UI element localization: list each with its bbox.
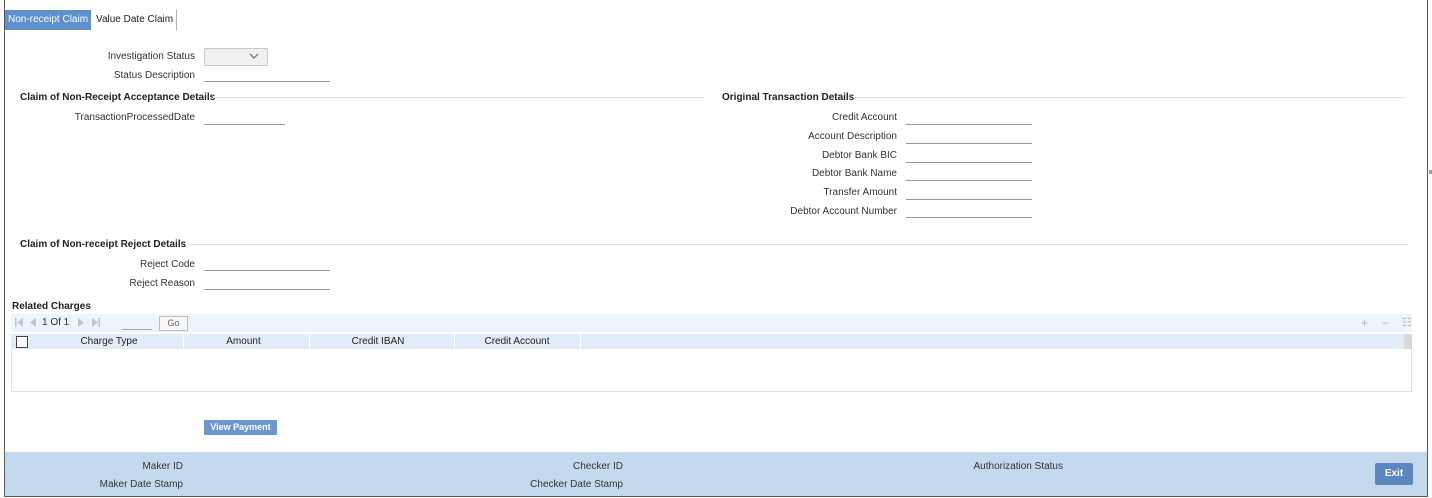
section-divider xyxy=(185,244,1408,245)
grid-scrollbar[interactable] xyxy=(1404,334,1412,349)
processed-date-label: TransactionProcessedDate xyxy=(74,112,195,123)
last-page-icon[interactable] xyxy=(92,318,100,327)
credit-account-field[interactable] xyxy=(906,112,1032,125)
pager-text: 1 Of 1 xyxy=(42,317,70,328)
col-charge-type[interactable]: Charge Type xyxy=(35,334,183,349)
previous-page-icon[interactable] xyxy=(29,318,37,327)
reject-section-title: Claim of Non-receipt Reject Details xyxy=(20,239,187,250)
checker-date-stamp-label: Checker Date Stamp xyxy=(530,479,623,490)
status-description-label: Status Description xyxy=(113,70,195,81)
debtor-bank-bic-label: Debtor Bank BIC xyxy=(821,150,897,161)
related-charges-title: Related Charges xyxy=(12,301,91,312)
maker-id-label: Maker ID xyxy=(142,461,183,472)
col-amount[interactable]: Amount xyxy=(184,334,303,349)
tab-non-receipt-claim[interactable]: Non-receipt Claim xyxy=(5,10,92,30)
section-divider xyxy=(853,97,1405,98)
next-page-icon[interactable] xyxy=(77,318,85,327)
page-number-input[interactable] xyxy=(122,329,152,330)
charges-grid-header: Charge Type Amount Credit IBAN Credit Ac… xyxy=(11,334,1404,349)
claim-form-window: Non-receipt Claim Value Date Claim Inves… xyxy=(4,0,1428,497)
transfer-amount-field[interactable] xyxy=(906,187,1032,200)
authorization-status-label: Authorization Status xyxy=(973,461,1064,472)
column-divider xyxy=(580,334,581,349)
exit-button[interactable]: Exit xyxy=(1375,463,1413,485)
reject-reason-field[interactable] xyxy=(204,277,330,290)
debtor-bank-bic-field[interactable] xyxy=(906,150,1032,163)
remove-row-icon[interactable]: − xyxy=(1382,316,1389,330)
reject-code-label: Reject Code xyxy=(139,259,195,270)
transfer-amount-label: Transfer Amount xyxy=(823,187,897,198)
reject-reason-label: Reject Reason xyxy=(129,278,195,289)
status-description-field[interactable] xyxy=(204,69,330,82)
checker-id-label: Checker ID xyxy=(572,461,623,472)
credit-account-label: Credit Account xyxy=(831,112,897,123)
select-all-checkbox[interactable] xyxy=(16,336,28,348)
col-credit-account[interactable]: Credit Account xyxy=(455,334,579,349)
maker-date-stamp-label: Maker Date Stamp xyxy=(99,479,183,490)
first-page-icon[interactable] xyxy=(15,318,23,327)
investigation-status-select[interactable] xyxy=(204,48,268,66)
debtor-bank-name-field[interactable] xyxy=(906,168,1032,181)
charges-grid-body xyxy=(11,349,1412,392)
view-payment-button[interactable]: View Payment xyxy=(204,420,277,435)
investigation-status-label: Investigation Status xyxy=(107,51,195,62)
chevron-down-icon xyxy=(249,53,259,59)
debtor-account-number-field[interactable] xyxy=(906,205,1032,218)
account-description-field[interactable] xyxy=(906,131,1032,144)
col-credit-iban[interactable]: Credit IBAN xyxy=(310,334,446,349)
debtor-bank-name-label: Debtor Bank Name xyxy=(811,168,897,179)
add-row-icon[interactable]: + xyxy=(1361,316,1368,330)
audit-footer: Maker ID Maker Date Stamp Checker ID Che… xyxy=(5,452,1427,496)
processed-date-field[interactable] xyxy=(204,112,285,125)
charges-grid-toolbar: 1 Of 1 Go + − ☷ xyxy=(11,314,1412,332)
go-button[interactable]: Go xyxy=(159,316,188,331)
reject-code-field[interactable] xyxy=(204,258,330,271)
account-description-label: Account Description xyxy=(808,131,897,142)
section-divider xyxy=(213,97,705,98)
debtor-account-number-label: Debtor Account Number xyxy=(790,206,897,217)
tab-bar: Non-receipt Claim Value Date Claim xyxy=(5,10,178,30)
list-view-icon[interactable]: ☷ xyxy=(1402,316,1412,329)
original-transaction-section-title: Original Transaction Details xyxy=(722,92,855,103)
tab-value-date-claim[interactable]: Value Date Claim xyxy=(93,10,178,30)
acceptance-section-title: Claim of Non-Receipt Acceptance Details xyxy=(20,92,216,103)
